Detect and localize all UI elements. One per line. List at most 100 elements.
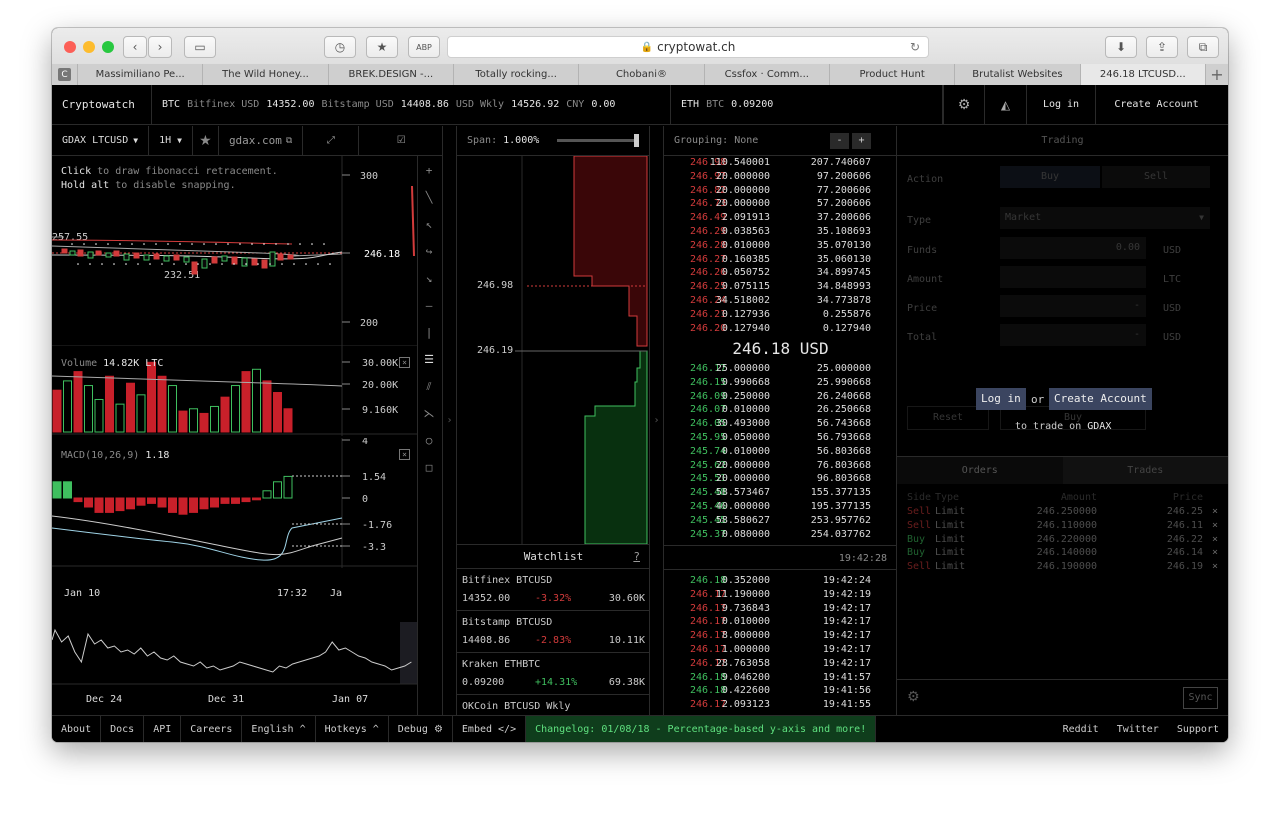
close-window-button[interactable] <box>64 41 76 53</box>
tabs-overview-icon[interactable]: ⧉ <box>1187 36 1219 58</box>
rect-tool-icon[interactable]: □ <box>418 461 440 474</box>
close-icon[interactable]: × <box>399 449 410 460</box>
vline-tool-icon[interactable]: | <box>418 326 440 339</box>
exchange-link[interactable]: gdax.com ⧉ <box>219 125 304 156</box>
grouping-minus-button[interactable]: - <box>830 133 849 149</box>
overlay-login-button[interactable]: Log in <box>976 388 1026 410</box>
expand-icon[interactable]: ⤢ <box>303 125 360 156</box>
download-icon[interactable]: ⬇ <box>1105 36 1137 58</box>
sync-button[interactable]: Sync <box>1183 687 1218 709</box>
watchlist-item[interactable]: Bitstamp BTCUSD 14408.86 -2.83% 10.11K <box>457 611 650 653</box>
cancel-order-icon[interactable]: × <box>1212 506 1218 517</box>
tab-0[interactable]: Massimiliano Pe... <box>78 64 204 85</box>
eth-ticker[interactable]: ETH BTC 0.09200 <box>671 84 943 125</box>
tab-orders[interactable]: Orders <box>897 457 1063 484</box>
span-slider[interactable] <box>557 134 639 147</box>
collapse-left-icon[interactable]: › <box>443 126 457 715</box>
tab-trades[interactable]: Trades <box>1062 457 1228 484</box>
pair-selector[interactable]: GDAX LTCUSD ▼ <box>52 125 150 156</box>
total-field[interactable]: - <box>1000 324 1146 346</box>
hotkeys-menu[interactable]: Hotkeys ^ <box>316 715 389 742</box>
language-selector[interactable]: English ^ <box>242 715 316 742</box>
footer-about-link[interactable]: About <box>52 715 102 742</box>
cancel-order-icon[interactable]: × <box>1212 520 1218 531</box>
interval-selector[interactable]: 1H ▼ <box>149 125 193 156</box>
chart-settings-icon[interactable]: ☑ <box>359 126 443 156</box>
back-icon[interactable]: ‹ <box>123 36 147 58</box>
price-chart[interactable]: 300246.18200257.55232.51246.18 <box>52 156 443 346</box>
overview-chart[interactable] <box>52 622 417 692</box>
minimize-window-button[interactable] <box>83 41 95 53</box>
watchlist-item[interactable]: Bitfinex BTCUSD 14352.00 -3.32% 30.60K <box>457 569 650 611</box>
settings-gear-icon[interactable]: ⚙ <box>943 84 985 125</box>
tab-5[interactable]: Cssfox · Comm... <box>705 64 830 85</box>
footer-api-link[interactable]: API <box>144 715 182 742</box>
overlay-create-button[interactable]: Create Account <box>1049 388 1152 410</box>
changelog-banner[interactable]: Changelog: 01/08/18 - Percentage-based y… <box>526 715 877 742</box>
amount-field[interactable] <box>1000 266 1146 288</box>
watchlist-help-icon[interactable]: ? <box>633 550 640 563</box>
type-select[interactable]: Market ▼ <box>1000 207 1210 229</box>
grouping-plus-button[interactable]: + <box>852 133 871 149</box>
bookmark-icon[interactable]: ★ <box>366 36 398 58</box>
crosshair-icon[interactable]: + <box>418 164 440 177</box>
ray-tool-icon[interactable]: ↖ <box>418 218 440 231</box>
action-sell-button[interactable]: Sell <box>1102 166 1210 188</box>
debug-toggle[interactable]: Debug ⚙ <box>389 715 453 742</box>
footer-support-link[interactable]: Support <box>1168 716 1228 743</box>
price-field[interactable]: - <box>1000 295 1146 317</box>
zoom-window-button[interactable] <box>102 41 114 53</box>
tab-1[interactable]: The Wild Honey... <box>203 64 329 85</box>
collapse-mid-icon[interactable]: › <box>650 126 664 715</box>
cancel-order-icon[interactable]: × <box>1212 547 1218 558</box>
cancel-order-icon[interactable]: × <box>1212 534 1218 545</box>
theme-icon[interactable]: ◭ <box>985 84 1027 125</box>
btc-ticker[interactable]: BTC Bitfinex USD 14352.00 Bitstamp USD 1… <box>152 84 671 125</box>
history-icon[interactable]: ◷ <box>324 36 356 58</box>
reload-icon[interactable]: ↻ <box>910 40 920 54</box>
circle-tool-icon[interactable]: ○ <box>418 434 440 447</box>
footer-docs-link[interactable]: Docs <box>101 715 145 742</box>
tab-2[interactable]: BREK.DESIGN -... <box>329 64 454 85</box>
footer-twitter-link[interactable]: Twitter <box>1108 716 1168 743</box>
bid-amount: 40.000000 <box>715 501 770 512</box>
address-bar[interactable]: 🔒 cryptowat.ch ↻ <box>447 36 929 58</box>
macd-bar <box>231 497 240 504</box>
tab-8[interactable]: 246.18 LTCUSD... <box>1080 64 1206 85</box>
login-button[interactable]: Log in <box>1027 84 1096 125</box>
tab-6[interactable]: Product Hunt <box>830 64 956 85</box>
sidebar-icon[interactable]: ▭ <box>184 36 216 58</box>
pinned-tab[interactable]: C <box>52 64 78 85</box>
footer-careers-link[interactable]: Careers <box>181 715 243 742</box>
arrow-tool-icon[interactable]: ↘ <box>418 272 440 285</box>
fan-tool-icon[interactable]: ⫽ <box>418 380 440 394</box>
cancel-order-icon[interactable]: × <box>1212 561 1218 572</box>
tab-4[interactable]: Chobani® <box>579 64 705 85</box>
adblock-icon[interactable]: ABP <box>408 36 440 58</box>
volume-bar <box>63 380 72 433</box>
fib-tool-icon[interactable]: ☰ <box>418 353 440 366</box>
forward-icon[interactable]: › <box>148 36 172 58</box>
tab-3[interactable]: Totally rocking... <box>454 64 580 85</box>
curve-tool-icon[interactable]: ↪ <box>418 245 440 258</box>
tab-7[interactable]: Brutalist Websites <box>955 64 1081 85</box>
funds-field[interactable]: 0.00 <box>1000 237 1146 259</box>
action-buy-button[interactable]: Buy <box>1000 166 1100 188</box>
create-account-button[interactable]: Create Account <box>1096 85 1217 125</box>
embed-link[interactable]: Embed </> <box>453 715 527 742</box>
pitchfork-icon[interactable]: ⋋ <box>418 407 440 420</box>
url-text: cryptowat.ch <box>657 40 736 54</box>
star-icon[interactable]: ★ <box>193 125 219 156</box>
new-tab-icon[interactable]: + <box>1206 64 1228 85</box>
hline-tool-icon[interactable]: — <box>418 299 440 312</box>
line-tool-icon[interactable]: ╲ <box>418 191 440 204</box>
slider-handle[interactable] <box>634 134 639 147</box>
macd-bar <box>105 497 114 513</box>
orders-settings-icon[interactable]: ⚙ <box>907 689 920 705</box>
footer-reddit-link[interactable]: Reddit <box>1054 716 1108 743</box>
watchlist-item[interactable]: OKCoin BTCUSD Wkly <box>457 695 650 715</box>
close-icon[interactable]: × <box>399 357 410 368</box>
watchlist-item[interactable]: Kraken ETHBTC 0.09200 +14.31% 69.38K <box>457 653 650 695</box>
share-icon[interactable]: ⇪ <box>1146 36 1178 58</box>
brand-logo[interactable]: Cryptowatch <box>52 84 152 125</box>
